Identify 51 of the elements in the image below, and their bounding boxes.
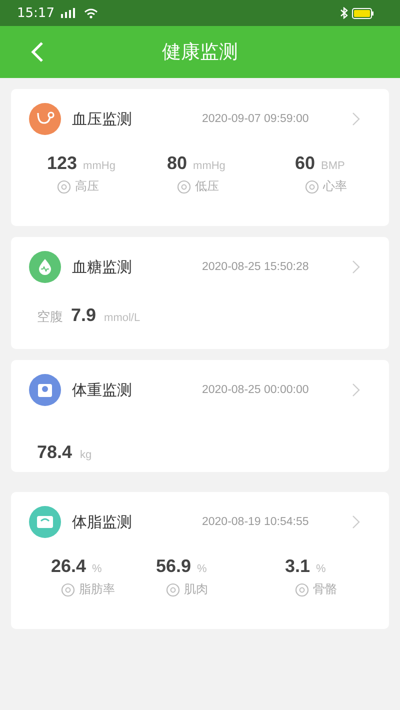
chevron-icon (352, 112, 360, 126)
reading-value: 3.1 (285, 556, 310, 577)
reading-value: 7.9 (71, 305, 96, 326)
battery-icon (352, 8, 374, 18)
reading-label: 心率 (323, 178, 347, 195)
chevron-icon (352, 515, 360, 529)
card-title: 体重监测 (72, 380, 133, 400)
monitor-card[interactable]: 体脂监测 2020-08-19 10:54:55 26.4 % 脂肪率 56.9 % 肌肉 3.1 % 骨骼 (11, 492, 389, 629)
record-time: 2020-08-19 10:54:55 (202, 516, 310, 528)
reading-label: 骨骼 (313, 581, 337, 598)
reading-unit: % (92, 563, 102, 575)
bluetooth-icon (340, 7, 348, 19)
metric-icon (295, 582, 309, 596)
reading-unit: BMP (321, 160, 345, 172)
chevron-icon (352, 260, 360, 274)
reading-value: 26.4 (51, 556, 86, 577)
reading-unit: mmol/L (104, 312, 140, 324)
monitor-card[interactable]: 血压监测 2020-09-07 09:59:00 123 mmHg 高压 80 mmHg 低压 60 BMP 心率 (11, 89, 389, 226)
page-title: 健康监测 (162, 40, 238, 65)
record-time: 2020-08-25 15:50:28 (202, 261, 310, 273)
wifi-icon (84, 8, 98, 18)
reading-value: 123 (47, 153, 78, 174)
card-title: 体脂监测 (72, 512, 133, 532)
reading-value: 56.9 (156, 556, 192, 577)
card-title: 血压监测 (72, 110, 133, 128)
reading-label: 空腹 (37, 309, 63, 326)
monitor-card[interactable]: 血糖监测 2020-08-25 15:50:28 空腹 7.9 mmol/L (11, 237, 389, 349)
metric-icon (166, 582, 180, 596)
metric-icon (305, 180, 319, 194)
reading-label: 高压 (75, 178, 99, 195)
reading-label: 低压 (195, 178, 219, 195)
reading-unit: % (316, 563, 326, 575)
reading-unit: % (197, 563, 207, 575)
back-icon (30, 41, 44, 63)
metric-icon (61, 582, 75, 596)
reading-value: 80 (167, 153, 188, 174)
card-title: 血糖监测 (72, 258, 133, 276)
monitor-card[interactable]: 体重监测 2020-08-25 00:00:00 78.4 kg (11, 360, 389, 472)
reading-value: 60 (295, 153, 316, 174)
record-time: 2020-08-25 00:00:00 (202, 384, 310, 396)
reading-unit: mmHg (193, 160, 226, 172)
record-time: 2020-09-07 09:59:00 (202, 113, 310, 125)
reading-label: 脂肪率 (79, 581, 115, 598)
reading-unit: kg (80, 449, 92, 461)
chevron-icon (352, 383, 360, 397)
metric-icon (57, 180, 71, 194)
metric-icon (177, 180, 191, 194)
reading-unit: mmHg (83, 160, 116, 172)
reading-value: 78.4 (37, 442, 72, 463)
reading-label: 肌肉 (184, 581, 208, 598)
status-time: 15:17 (17, 6, 54, 20)
